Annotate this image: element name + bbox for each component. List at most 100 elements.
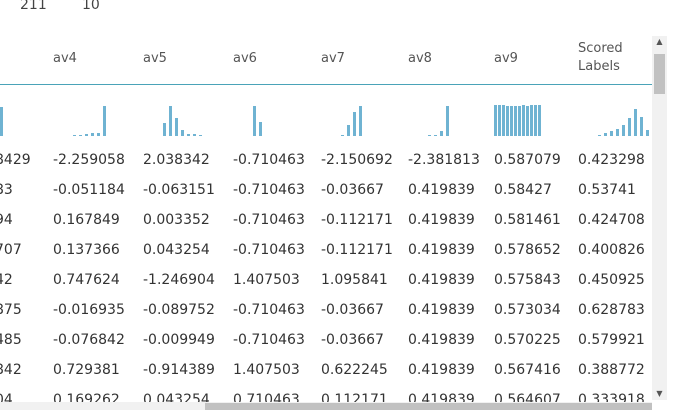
table-cell-scored[interactable]: 0.628783 bbox=[578, 302, 645, 318]
table-cell-av8[interactable]: 0.419839 bbox=[408, 182, 475, 198]
table-cell-av5[interactable]: -1.246904 bbox=[143, 272, 215, 288]
table-cell-av7[interactable]: -0.03667 bbox=[321, 332, 384, 348]
column-header-av7[interactable]: av7 bbox=[321, 50, 345, 68]
table-cell-partial[interactable]: 485 bbox=[0, 332, 22, 348]
table-cell-av7[interactable]: -0.112171 bbox=[321, 212, 393, 228]
table-cell-av7[interactable]: -2.150692 bbox=[321, 152, 393, 168]
table-cell-av7[interactable]: 0.622245 bbox=[321, 362, 388, 378]
histogram-bar bbox=[428, 135, 431, 136]
horizontal-scrollbar[interactable] bbox=[0, 402, 652, 410]
table-cell-av6[interactable]: -0.710463 bbox=[233, 302, 305, 318]
table-cell-partial[interactable]: 8429 bbox=[0, 152, 31, 168]
table-cell-av6[interactable]: 1.407503 bbox=[233, 272, 300, 288]
table-cell-av9[interactable]: 0.567416 bbox=[494, 362, 561, 378]
column-header-av8[interactable]: av8 bbox=[408, 50, 432, 68]
table-cell-scored[interactable]: 0.579921 bbox=[578, 332, 645, 348]
table-cell-av9[interactable]: 0.575843 bbox=[494, 272, 561, 288]
table-cell-av7[interactable]: -0.03667 bbox=[321, 182, 384, 198]
histogram-bar bbox=[610, 131, 613, 136]
column-header-av5[interactable]: av5 bbox=[143, 50, 167, 68]
vertical-scroll-thumb[interactable] bbox=[654, 54, 665, 94]
table-cell-scored[interactable]: 0.53741 bbox=[578, 182, 636, 198]
table-cell-partial[interactable]: 94 bbox=[0, 212, 13, 228]
table-cell-av9[interactable]: 0.581461 bbox=[494, 212, 561, 228]
table-cell-av8[interactable]: 0.419839 bbox=[408, 332, 475, 348]
table-cell-partial[interactable]: 04 bbox=[0, 392, 13, 402]
table-cell-av4[interactable]: -2.259058 bbox=[53, 152, 125, 168]
table-cell-av9[interactable]: 0.573034 bbox=[494, 302, 561, 318]
table-cell-av4[interactable]: 0.729381 bbox=[53, 362, 120, 378]
table-cell-av9[interactable]: 0.58427 bbox=[494, 182, 552, 198]
scroll-down-arrow-icon[interactable]: ▼ bbox=[652, 388, 667, 400]
column-header-scored[interactable]: Scored Labels bbox=[578, 40, 623, 76]
table-cell-av7[interactable]: 1.095841 bbox=[321, 272, 388, 288]
table-cell-scored[interactable]: 0.450925 bbox=[578, 272, 645, 288]
histogram-scored[interactable] bbox=[598, 96, 652, 136]
histogram-bar bbox=[622, 125, 625, 136]
table-cell-av8[interactable]: 0.419839 bbox=[408, 362, 475, 378]
table-cell-av5[interactable]: -0.063151 bbox=[143, 182, 215, 198]
table-cell-av5[interactable]: 0.003352 bbox=[143, 212, 210, 228]
table-cell-av9[interactable]: 0.564607 bbox=[494, 392, 561, 402]
histogram-av9[interactable] bbox=[494, 96, 558, 136]
histogram-partial[interactable] bbox=[0, 96, 64, 136]
table-cell-av8[interactable]: 0.419839 bbox=[408, 272, 475, 288]
table-cell-av4[interactable]: 0.747624 bbox=[53, 272, 120, 288]
table-cell-av5[interactable]: 0.043254 bbox=[143, 392, 210, 402]
table-cell-av6[interactable]: 1.407503 bbox=[233, 362, 300, 378]
table-cell-av4[interactable]: -0.076842 bbox=[53, 332, 125, 348]
horizontal-scroll-thumb[interactable] bbox=[205, 403, 652, 410]
table-cell-scored[interactable]: 0.333918 bbox=[578, 392, 645, 402]
table-cell-av7[interactable]: -0.112171 bbox=[321, 242, 393, 258]
table-cell-av7[interactable]: -0.03667 bbox=[321, 302, 384, 318]
table-cell-av4[interactable]: 0.169262 bbox=[53, 392, 120, 402]
histogram-av6[interactable] bbox=[253, 96, 317, 136]
table-cell-partial[interactable]: 842 bbox=[0, 362, 22, 378]
table-cell-av9[interactable]: 0.587079 bbox=[494, 152, 561, 168]
table-cell-av5[interactable]: -0.009949 bbox=[143, 332, 215, 348]
histogram-bar bbox=[510, 106, 513, 136]
table-cell-av6[interactable]: -0.710463 bbox=[233, 212, 305, 228]
table-cell-av5[interactable]: 0.043254 bbox=[143, 242, 210, 258]
column-header-av6[interactable]: av6 bbox=[233, 50, 257, 68]
table-cell-av8[interactable]: 0.419839 bbox=[408, 212, 475, 228]
histogram-av8[interactable] bbox=[428, 96, 492, 136]
table-cell-av4[interactable]: 0.137366 bbox=[53, 242, 120, 258]
histogram-bar bbox=[446, 106, 449, 136]
table-cell-av6[interactable]: -0.710463 bbox=[233, 332, 305, 348]
table-cell-partial[interactable]: 42 bbox=[0, 272, 13, 288]
table-cell-scored[interactable]: 0.400826 bbox=[578, 242, 645, 258]
table-cell-av5[interactable]: -0.089752 bbox=[143, 302, 215, 318]
table-cell-scored[interactable]: 0.424708 bbox=[578, 212, 645, 228]
table-cell-av4[interactable]: -0.051184 bbox=[53, 182, 125, 198]
table-cell-partial[interactable]: 83 bbox=[0, 182, 13, 198]
table-cell-av9[interactable]: 0.570225 bbox=[494, 332, 561, 348]
table-cell-av8[interactable]: 0.419839 bbox=[408, 392, 475, 402]
column-header-av9[interactable]: av9 bbox=[494, 50, 518, 68]
histogram-bar bbox=[634, 109, 637, 136]
histogram-av5[interactable] bbox=[163, 96, 227, 136]
histogram-av4[interactable] bbox=[73, 96, 137, 136]
table-cell-av6[interactable]: -0.710463 bbox=[233, 242, 305, 258]
table-cell-av5[interactable]: 2.038342 bbox=[143, 152, 210, 168]
table-cell-scored[interactable]: 0.423298 bbox=[578, 152, 645, 168]
table-cell-scored[interactable]: 0.388772 bbox=[578, 362, 645, 378]
table-cell-partial[interactable]: 875 bbox=[0, 302, 22, 318]
histogram-av7[interactable] bbox=[341, 96, 405, 136]
table-cell-av8[interactable]: -2.381813 bbox=[408, 152, 480, 168]
table-cell-av6[interactable]: 0.710463 bbox=[233, 392, 300, 402]
table-cell-av8[interactable]: 0.419839 bbox=[408, 242, 475, 258]
table-cell-partial[interactable]: 707 bbox=[0, 242, 22, 258]
table-cell-av8[interactable]: 0.419839 bbox=[408, 302, 475, 318]
table-cell-av9[interactable]: 0.578652 bbox=[494, 242, 561, 258]
table-cell-av4[interactable]: -0.016935 bbox=[53, 302, 125, 318]
table-cell-av6[interactable]: -0.710463 bbox=[233, 152, 305, 168]
table-cell-av6[interactable]: -0.710463 bbox=[233, 182, 305, 198]
scroll-up-arrow-icon[interactable]: ▲ bbox=[652, 36, 667, 48]
table-cell-av4[interactable]: 0.167849 bbox=[53, 212, 120, 228]
table-cell-av5[interactable]: -0.914389 bbox=[143, 362, 215, 378]
table-cell-av7[interactable]: 0.112171 bbox=[321, 392, 388, 402]
histogram-bar bbox=[498, 105, 501, 136]
column-header-av4[interactable]: av4 bbox=[53, 50, 77, 68]
vertical-scrollbar[interactable]: ▲ ▼ bbox=[652, 36, 667, 400]
